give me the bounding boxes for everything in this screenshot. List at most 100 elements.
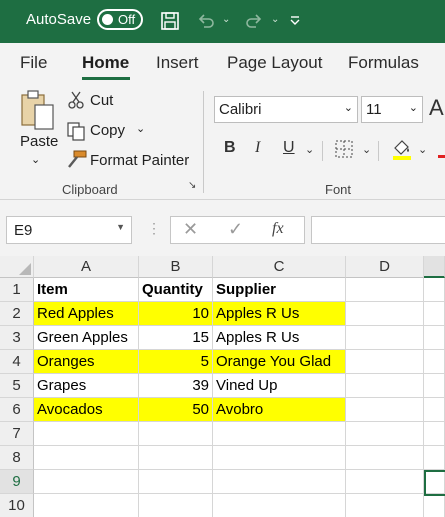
fill-color-dropdown-icon[interactable]: ⌄ [418, 143, 427, 156]
cell-b10[interactable] [139, 494, 213, 517]
cell-a1[interactable]: Item [34, 278, 139, 302]
tab-file[interactable]: File [20, 53, 47, 73]
cell-c7[interactable] [213, 422, 346, 446]
cell-e10[interactable] [424, 494, 445, 517]
cut-icon[interactable] [67, 91, 85, 109]
cell-a6[interactable]: Avocados [34, 398, 139, 422]
tab-page-layout[interactable]: Page Layout [227, 53, 322, 73]
column-header-c[interactable]: C [213, 256, 346, 278]
cell-c1[interactable]: Supplier [213, 278, 346, 302]
row-header-5[interactable]: 5 [0, 374, 34, 398]
font-size-dropdown-icon[interactable]: ⌄ [409, 101, 418, 114]
cell-a8[interactable] [34, 446, 139, 470]
row-header-4[interactable]: 4 [0, 350, 34, 374]
clipboard-launcher-icon[interactable]: ↘ [188, 180, 196, 191]
column-header-a[interactable]: A [34, 256, 139, 278]
cell-d4[interactable] [346, 350, 424, 374]
cell-c2[interactable]: Apples R Us [213, 302, 346, 326]
row-header-9[interactable]: 9 [0, 470, 34, 494]
paste-button[interactable]: Paste [20, 133, 58, 150]
cell-e7[interactable] [424, 422, 445, 446]
cell-e4[interactable] [424, 350, 445, 374]
cell-e5[interactable] [424, 374, 445, 398]
column-header-b[interactable]: B [139, 256, 213, 278]
cell-d9[interactable] [346, 470, 424, 494]
undo-icon[interactable] [194, 9, 218, 33]
cell-e1[interactable] [424, 278, 445, 302]
underline-button[interactable]: U [283, 139, 295, 157]
font-size-select[interactable]: 11 ⌄ [361, 96, 423, 123]
cell-d1[interactable] [346, 278, 424, 302]
copy-dropdown-icon[interactable]: ⌄ [136, 122, 145, 135]
row-header-1[interactable]: 1 [0, 278, 34, 302]
underline-dropdown-icon[interactable]: ⌄ [305, 143, 314, 156]
cell-b7[interactable] [139, 422, 213, 446]
confirm-entry-icon[interactable]: ✓ [228, 219, 243, 240]
cell-d8[interactable] [346, 446, 424, 470]
customize-toolbar-icon[interactable] [287, 9, 303, 33]
cell-d3[interactable] [346, 326, 424, 350]
tab-insert[interactable]: Insert [156, 53, 199, 73]
cancel-entry-icon[interactable]: ✕ [183, 219, 198, 240]
name-box[interactable]: E9 ▼ [6, 216, 132, 244]
font-name-dropdown-icon[interactable]: ⌄ [344, 101, 353, 114]
cell-a7[interactable] [34, 422, 139, 446]
row-header-10[interactable]: 10 [0, 494, 34, 517]
italic-button[interactable]: I [255, 139, 260, 157]
cell-d2[interactable] [346, 302, 424, 326]
cell-c4[interactable]: Orange You Glad [213, 350, 346, 374]
tab-home[interactable]: Home [82, 53, 129, 73]
paste-icon[interactable] [18, 89, 58, 131]
font-color-icon[interactable] [438, 155, 445, 158]
redo-dropdown-icon[interactable]: ⌄ [271, 14, 279, 25]
cell-b6[interactable]: 50 [139, 398, 213, 422]
cell-b4[interactable]: 5 [139, 350, 213, 374]
row-header-7[interactable]: 7 [0, 422, 34, 446]
borders-icon[interactable] [335, 140, 353, 158]
cell-a3[interactable]: Green Apples [34, 326, 139, 350]
cell-d6[interactable] [346, 398, 424, 422]
cell-a9[interactable] [34, 470, 139, 494]
cell-e8[interactable] [424, 446, 445, 470]
name-box-dropdown-icon[interactable]: ▼ [116, 222, 125, 232]
cell-b5[interactable]: 39 [139, 374, 213, 398]
save-icon[interactable] [158, 9, 182, 33]
formula-input[interactable] [311, 216, 445, 244]
cell-b2[interactable]: 10 [139, 302, 213, 326]
font-name-select[interactable]: Calibri ⌄ [214, 96, 358, 123]
cell-a2[interactable]: Red Apples [34, 302, 139, 326]
cell-e6[interactable] [424, 398, 445, 422]
row-header-8[interactable]: 8 [0, 446, 34, 470]
tab-formulas[interactable]: Formulas [348, 53, 419, 73]
cell-e3[interactable] [424, 326, 445, 350]
column-header-e[interactable] [424, 256, 445, 278]
cell-b1[interactable]: Quantity [139, 278, 213, 302]
cell-a5[interactable]: Grapes [34, 374, 139, 398]
cell-c6[interactable]: Avobro [213, 398, 346, 422]
paste-dropdown-icon[interactable]: ⌄ [31, 153, 40, 166]
cell-c5[interactable]: Vined Up [213, 374, 346, 398]
format-painter-icon[interactable] [65, 150, 87, 170]
bold-button[interactable]: B [224, 139, 236, 157]
redo-icon[interactable] [242, 9, 266, 33]
cut-button[interactable]: Cut [90, 92, 113, 109]
copy-icon[interactable] [66, 121, 86, 141]
borders-dropdown-icon[interactable]: ⌄ [362, 143, 371, 156]
cell-c9[interactable] [213, 470, 346, 494]
formula-bar-grip-icon[interactable]: ⋮ [147, 220, 161, 237]
autosave-toggle[interactable]: Off [97, 9, 143, 30]
cell-b9[interactable] [139, 470, 213, 494]
copy-button[interactable]: Copy [90, 122, 125, 139]
cell-a4[interactable]: Oranges [34, 350, 139, 374]
cell-b3[interactable]: 15 [139, 326, 213, 350]
fill-color-icon[interactable] [391, 137, 413, 161]
cell-d5[interactable] [346, 374, 424, 398]
row-header-3[interactable]: 3 [0, 326, 34, 350]
cell-c8[interactable] [213, 446, 346, 470]
row-header-6[interactable]: 6 [0, 398, 34, 422]
cell-d7[interactable] [346, 422, 424, 446]
undo-dropdown-icon[interactable]: ⌄ [222, 14, 230, 25]
cell-c10[interactable] [213, 494, 346, 517]
select-all-corner[interactable] [0, 256, 34, 278]
cell-c3[interactable]: Apples R Us [213, 326, 346, 350]
